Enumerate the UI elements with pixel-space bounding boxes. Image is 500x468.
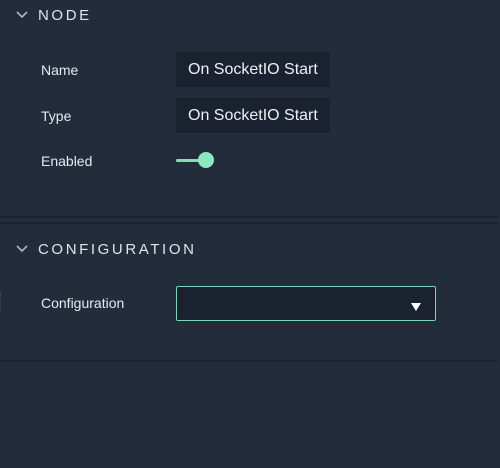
name-label: Name — [41, 62, 79, 78]
enabled-toggle[interactable] — [176, 151, 216, 171]
configuration-select[interactable] — [176, 286, 436, 321]
section-title-node: NODE — [38, 6, 92, 24]
type-value: On SocketIO Start — [176, 98, 330, 133]
configuration-section-header[interactable]: CONFIGURATION — [0, 235, 197, 263]
caret-down-icon — [410, 299, 422, 311]
toggle-knob[interactable] — [198, 152, 214, 168]
resize-handle[interactable] — [0, 292, 3, 314]
configuration-label: Configuration — [41, 295, 125, 311]
enabled-label: Enabled — [41, 153, 93, 169]
type-label: Type — [41, 108, 72, 124]
section-title-configuration: CONFIGURATION — [38, 240, 197, 258]
chevron-down-icon[interactable] — [15, 8, 29, 22]
node-section: NODE Name On SocketIO Start Type On Sock… — [0, 0, 498, 218]
chevron-down-icon[interactable] — [15, 242, 29, 256]
name-value: On SocketIO Start — [176, 52, 330, 87]
node-section-header[interactable]: NODE — [0, 1, 92, 29]
